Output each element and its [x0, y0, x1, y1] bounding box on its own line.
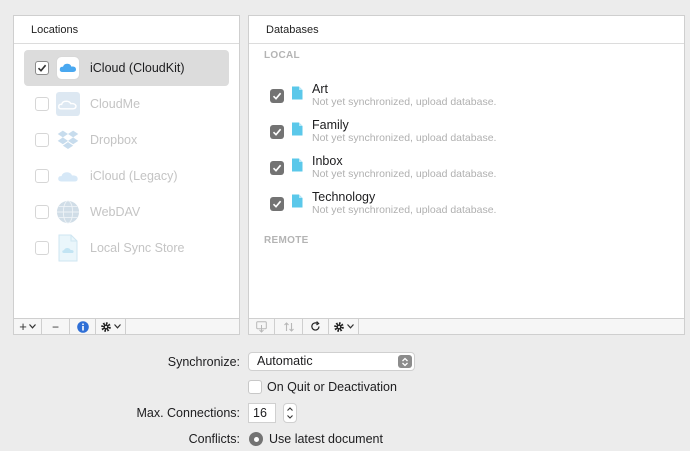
locations-header: Locations — [14, 16, 239, 44]
location-checkbox[interactable] — [35, 133, 49, 147]
location-checkbox[interactable] — [35, 241, 49, 255]
conflicts-radio-latest[interactable] — [249, 432, 263, 446]
database-status: Not yet synchronized, upload database. — [312, 168, 497, 180]
database-item-family[interactable]: Family Not yet synchronized, upload data… — [270, 118, 670, 146]
icloud-legacy-icon — [56, 164, 80, 188]
location-label: WebDAV — [90, 205, 141, 219]
location-item-cloudme[interactable]: CloudMe — [24, 86, 229, 122]
location-checkbox[interactable] — [35, 169, 49, 183]
gear-icon — [101, 321, 111, 332]
location-label: CloudMe — [90, 97, 141, 111]
info-button[interactable] — [70, 319, 96, 334]
synchronize-value: Automatic — [257, 354, 313, 368]
location-actions-button[interactable] — [96, 319, 126, 334]
remove-symbol: − — [51, 319, 59, 334]
add-symbol: + — [19, 319, 27, 334]
dropbox-icon — [56, 128, 80, 152]
on-quit-label: On Quit or Deactivation — [267, 380, 397, 394]
database-status: Not yet synchronized, upload database. — [312, 96, 497, 108]
database-item-inbox[interactable]: Inbox Not yet synchronized, upload datab… — [270, 154, 670, 182]
add-location-button[interactable]: + — [14, 319, 42, 334]
database-actions-button[interactable] — [329, 319, 359, 334]
max-connections-label: Max. Connections: — [136, 406, 240, 420]
chevron-down-icon — [347, 324, 354, 329]
webdav-globe-icon — [56, 200, 80, 224]
local-sync-store-icon — [56, 234, 80, 262]
location-label: iCloud (Legacy) — [90, 169, 178, 183]
location-label: iCloud (CloudKit) — [90, 61, 185, 75]
remove-location-button[interactable]: − — [42, 319, 70, 334]
database-checkbox[interactable] — [270, 161, 284, 175]
remote-section-heading: REMOTE — [264, 235, 309, 246]
database-icon — [292, 194, 303, 208]
location-item-icloud-cloudkit[interactable]: iCloud (CloudKit) — [24, 50, 229, 86]
conflicts-option-label: Use latest document — [269, 432, 383, 446]
chevron-down-icon — [28, 324, 36, 329]
database-status: Not yet synchronized, upload database. — [312, 204, 497, 216]
locations-toolbar: + − — [14, 318, 239, 334]
refresh-icon — [311, 321, 320, 331]
gear-icon — [334, 321, 344, 332]
location-item-dropbox[interactable]: Dropbox — [24, 122, 229, 158]
database-item-art[interactable]: Art Not yet synchronized, upload databas… — [270, 82, 670, 110]
locations-list: iCloud (CloudKit) CloudMe Dropbox iCloud… — [24, 50, 229, 266]
synchronize-label: Synchronize: — [167, 355, 240, 369]
refresh-button[interactable] — [303, 319, 329, 334]
database-name: Family — [312, 118, 349, 132]
database-checkbox[interactable] — [270, 125, 284, 139]
location-item-icloud-legacy[interactable]: iCloud (Legacy) — [24, 158, 229, 194]
sync-direction-button[interactable] — [275, 319, 303, 334]
tray-download-icon — [256, 320, 267, 333]
icloud-cloudkit-icon — [56, 56, 80, 80]
database-icon — [292, 86, 303, 100]
info-icon — [76, 320, 89, 333]
location-item-local-sync-store[interactable]: Local Sync Store — [24, 230, 229, 266]
location-checkbox[interactable] — [35, 61, 49, 75]
databases-header: Databases — [249, 16, 684, 44]
max-connections-field[interactable]: 16 — [248, 403, 276, 423]
cloudme-icon — [56, 92, 80, 116]
database-name: Inbox — [312, 154, 343, 168]
database-checkbox[interactable] — [270, 89, 284, 103]
database-name: Art — [312, 82, 328, 96]
locations-panel: Locations iCloud (CloudKit) CloudMe Drop… — [13, 15, 240, 335]
database-icon — [292, 158, 303, 172]
chevron-down-icon — [114, 324, 121, 329]
location-label: Local Sync Store — [90, 241, 185, 255]
conflicts-label: Conflicts: — [188, 432, 240, 446]
databases-panel: Databases LOCAL Art Not yet synchronized… — [248, 15, 685, 335]
on-quit-checkbox[interactable] — [248, 380, 262, 394]
import-button[interactable] — [249, 319, 275, 334]
location-checkbox[interactable] — [35, 97, 49, 111]
database-item-technology[interactable]: Technology Not yet synchronized, upload … — [270, 190, 670, 218]
location-checkbox[interactable] — [35, 205, 49, 219]
stepper-arrows-icon — [287, 407, 293, 419]
database-name: Technology — [312, 190, 376, 204]
databases-toolbar — [249, 318, 684, 334]
popup-arrows-icon — [398, 355, 412, 368]
database-status: Not yet synchronized, upload database. — [312, 132, 497, 144]
synchronize-popup[interactable]: Automatic — [248, 352, 415, 371]
database-icon — [292, 122, 303, 136]
database-checkbox[interactable] — [270, 197, 284, 211]
location-label: Dropbox — [90, 133, 138, 147]
up-down-arrows-icon — [283, 321, 294, 332]
location-item-webdav[interactable]: WebDAV — [24, 194, 229, 230]
local-section-heading: LOCAL — [264, 50, 300, 61]
max-connections-stepper[interactable] — [283, 403, 297, 423]
